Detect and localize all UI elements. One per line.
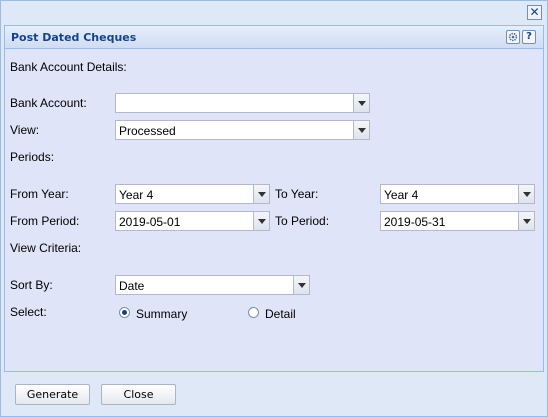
to-year-select[interactable]: Year 4 bbox=[380, 184, 535, 204]
panel-header: Post Dated Cheques ? bbox=[5, 26, 543, 49]
from-period-select[interactable]: 2019-05-01 bbox=[115, 211, 270, 231]
panel-title: Post Dated Cheques bbox=[11, 31, 137, 44]
close-button[interactable]: Close bbox=[101, 384, 176, 405]
from-year-value: Year 4 bbox=[119, 188, 154, 202]
view-value: Processed bbox=[119, 124, 176, 138]
view-label: View: bbox=[10, 123, 40, 137]
view-select[interactable]: Processed bbox=[115, 120, 370, 140]
to-year-label: To Year: bbox=[275, 187, 319, 201]
to-period-label: To Period: bbox=[275, 214, 330, 228]
gear-icon[interactable] bbox=[506, 30, 520, 44]
from-year-label: From Year: bbox=[10, 187, 69, 201]
detail-radio[interactable] bbox=[248, 307, 259, 318]
from-year-select[interactable]: Year 4 bbox=[115, 184, 270, 204]
generate-button[interactable]: Generate bbox=[15, 384, 90, 405]
chevron-down-icon[interactable] bbox=[293, 275, 310, 295]
chevron-down-icon[interactable] bbox=[518, 184, 535, 204]
summary-radio[interactable] bbox=[119, 307, 130, 318]
from-period-label: From Period: bbox=[10, 214, 80, 228]
sort-by-select[interactable]: Date bbox=[115, 275, 310, 295]
to-period-select[interactable]: 2019-05-31 bbox=[380, 211, 535, 231]
to-year-value: Year 4 bbox=[384, 188, 419, 202]
bank-account-label: Bank Account: bbox=[10, 96, 87, 110]
help-icon[interactable]: ? bbox=[522, 30, 536, 44]
chevron-down-icon[interactable] bbox=[253, 211, 270, 231]
select-label: Select: bbox=[10, 305, 47, 319]
chevron-down-icon[interactable] bbox=[353, 93, 370, 113]
periods-heading: Periods: bbox=[10, 150, 55, 164]
sort-by-label: Sort By: bbox=[10, 278, 53, 292]
bank-account-details-heading: Bank Account Details: bbox=[10, 60, 127, 74]
window-close-icon[interactable]: ✕ bbox=[527, 5, 542, 20]
button-bar: Generate Close bbox=[4, 372, 542, 413]
summary-radio-label[interactable]: Summary bbox=[136, 307, 187, 321]
view-criteria-heading: View Criteria: bbox=[10, 241, 82, 255]
sort-by-value: Date bbox=[119, 279, 145, 293]
chevron-down-icon[interactable] bbox=[518, 211, 535, 231]
chevron-down-icon[interactable] bbox=[353, 120, 370, 140]
chevron-down-icon[interactable] bbox=[253, 184, 270, 204]
to-period-value: 2019-05-31 bbox=[384, 215, 446, 229]
detail-radio-label[interactable]: Detail bbox=[265, 307, 296, 321]
bank-account-select[interactable] bbox=[115, 93, 370, 113]
from-period-value: 2019-05-01 bbox=[119, 215, 181, 229]
